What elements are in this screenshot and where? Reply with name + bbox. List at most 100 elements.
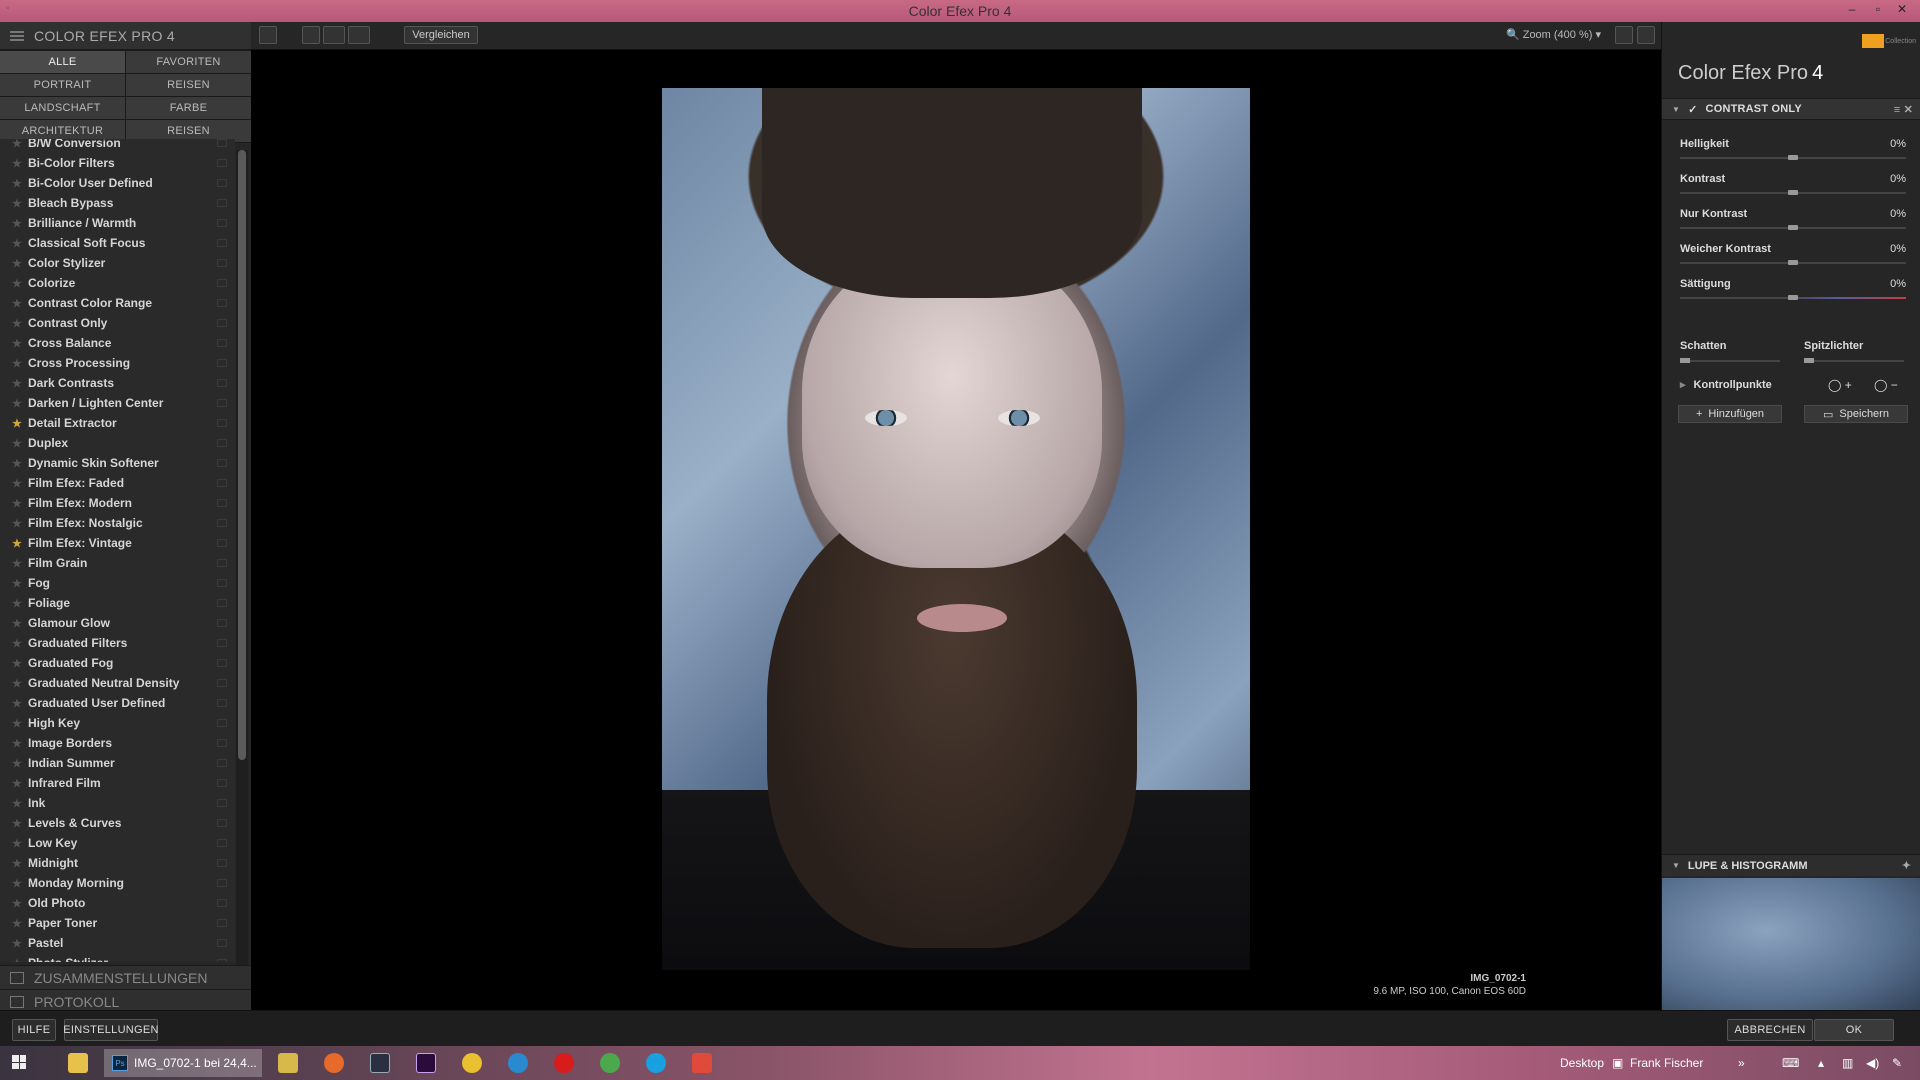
filter-list-item[interactable]: ★ Cross Balance [0, 333, 235, 353]
split-view-button[interactable] [323, 26, 345, 44]
filter-list-item[interactable]: ★ Darken / Lighten Center [0, 393, 235, 413]
file-explorer-icon[interactable] [68, 1053, 88, 1073]
favorite-star-icon[interactable]: ★ [12, 417, 22, 430]
filter-list-item[interactable]: ★ Image Borders [0, 733, 235, 753]
favorite-star-icon[interactable]: ★ [12, 437, 22, 450]
favorite-star-icon[interactable]: ★ [12, 337, 22, 350]
favorite-star-icon[interactable]: ★ [12, 737, 22, 750]
filter-options-icon[interactable] [217, 459, 227, 467]
favorite-star-icon[interactable]: ★ [12, 917, 22, 930]
brightness-knob[interactable] [1788, 155, 1798, 160]
filter-options-icon[interactable] [217, 619, 227, 627]
taskbar-photoshop-button[interactable]: Ps IMG_0702-1 bei 24,4... [104, 1049, 262, 1077]
favorite-star-icon[interactable]: ★ [12, 477, 22, 490]
firefox-icon[interactable] [324, 1053, 344, 1073]
notification-icon[interactable]: ✎ [1892, 1056, 1902, 1070]
filter-list-item[interactable]: ★ Glamour Glow [0, 613, 235, 633]
filter-options-icon[interactable] [217, 699, 227, 707]
filter-options-icon[interactable] [217, 879, 227, 887]
control-points-toggle[interactable]: Kontrollpunkte [1680, 378, 1772, 391]
filter-options-icon[interactable] [217, 479, 227, 487]
filter-options-icon[interactable] [217, 199, 227, 207]
filter-options-icon[interactable] [217, 379, 227, 387]
filter-options-icon[interactable] [217, 839, 227, 847]
favorite-star-icon[interactable]: ★ [12, 517, 22, 530]
shadows-knob[interactable] [1680, 358, 1690, 363]
single-view-button[interactable] [302, 26, 320, 44]
favorite-star-icon[interactable]: ★ [12, 297, 22, 310]
favorite-star-icon[interactable]: ★ [12, 717, 22, 730]
filter-list-item[interactable]: ★ Film Efex: Modern [0, 493, 235, 513]
filter-list-item[interactable]: ★ Infrared Film [0, 773, 235, 793]
app-red-icon[interactable] [554, 1053, 574, 1073]
favorite-star-icon[interactable]: ★ [12, 697, 22, 710]
filter-options-icon[interactable] [217, 399, 227, 407]
filter-list-item[interactable]: ★ Fog [0, 573, 235, 593]
filter-list-item[interactable]: ★ Paper Toner [0, 913, 235, 933]
filter-options-icon[interactable] [217, 179, 227, 187]
favorite-star-icon[interactable]: ★ [12, 857, 22, 870]
filter-options-icon[interactable] [217, 719, 227, 727]
favorite-star-icon[interactable]: ★ [12, 357, 22, 370]
filter-options-icon[interactable] [217, 339, 227, 347]
scrollbar-thumb[interactable] [238, 150, 246, 760]
favorite-star-icon[interactable]: ★ [12, 777, 22, 790]
favorite-star-icon[interactable]: ★ [12, 457, 22, 470]
save-button[interactable]: ▭ Speichern [1804, 405, 1908, 423]
filter-options-icon[interactable] [217, 539, 227, 547]
filter-enabled-checkbox[interactable]: ✓ [1688, 103, 1697, 116]
filter-list-item[interactable]: ★ Duplex [0, 433, 235, 453]
category-color[interactable]: FARBE [126, 97, 251, 119]
filter-list-item[interactable]: ★ B/W Conversion [0, 139, 235, 153]
keyboard-icon[interactable]: ⌨ [1782, 1056, 1799, 1070]
favorite-star-icon[interactable]: ★ [12, 217, 22, 230]
add-negative-point-icon[interactable]: ◯ − [1874, 378, 1898, 392]
favorite-star-icon[interactable]: ★ [12, 937, 22, 950]
start-windows-icon[interactable] [12, 1055, 26, 1069]
filter-options-icon[interactable] [217, 219, 227, 227]
filter-options-icon[interactable] [217, 159, 227, 167]
filter-options-icon[interactable] [217, 439, 227, 447]
filter-list-item[interactable]: ★ Detail Extractor [0, 413, 235, 433]
soft-contrast-knob[interactable] [1788, 260, 1798, 265]
maximize-button[interactable]: ▫ [1866, 2, 1890, 16]
filter-list-item[interactable]: ★ Color Stylizer [0, 253, 235, 273]
filter-options-icon[interactable] [217, 259, 227, 267]
preview-image[interactable] [662, 88, 1250, 970]
close-button[interactable]: ✕ [1890, 2, 1914, 16]
favorite-star-icon[interactable]: ★ [12, 897, 22, 910]
favorite-star-icon[interactable]: ★ [12, 657, 22, 670]
filter-options-icon[interactable] [217, 779, 227, 787]
filter-list-item[interactable]: ★ Indian Summer [0, 753, 235, 773]
category-landscape[interactable]: LANDSCHAFT [0, 97, 125, 119]
favorite-star-icon[interactable]: ★ [12, 139, 22, 150]
highlights-knob[interactable] [1804, 358, 1814, 363]
filter-options-icon[interactable] [217, 499, 227, 507]
filter-list-item[interactable]: ★ Film Efex: Vintage [0, 533, 235, 553]
favorite-star-icon[interactable]: ★ [12, 177, 22, 190]
favorite-star-icon[interactable]: ★ [12, 497, 22, 510]
favorite-star-icon[interactable]: ★ [12, 757, 22, 770]
favorite-star-icon[interactable]: ★ [12, 577, 22, 590]
favorite-star-icon[interactable]: ★ [12, 557, 22, 570]
filter-options-icon[interactable] [217, 759, 227, 767]
filter-options-icon[interactable] [217, 239, 227, 247]
app-orange-icon[interactable] [692, 1053, 712, 1073]
filter-list-item[interactable]: ★ Film Grain [0, 553, 235, 573]
filter-options-icon[interactable] [217, 359, 227, 367]
filter-list-scrollbar[interactable] [236, 150, 248, 980]
loupe-view[interactable] [1662, 878, 1920, 1010]
favorite-star-icon[interactable]: ★ [12, 817, 22, 830]
brightness-slider[interactable]: Helligkeit 0% [1680, 138, 1906, 172]
loupe-collapse-icon[interactable]: ▼ [1672, 861, 1680, 870]
favorite-star-icon[interactable]: ★ [12, 617, 22, 630]
filter-options-icon[interactable] [217, 519, 227, 527]
filter-options-icon[interactable] [217, 599, 227, 607]
ok-button[interactable]: OK [1814, 1019, 1894, 1041]
filter-options-icon[interactable] [217, 899, 227, 907]
favorite-star-icon[interactable]: ★ [12, 157, 22, 170]
filter-list-item[interactable]: ★ Bi-Color User Defined [0, 173, 235, 193]
background-toggle-button[interactable] [1615, 26, 1633, 44]
filter-list-item[interactable]: ★ Classical Soft Focus [0, 233, 235, 253]
compare-button[interactable]: Vergleichen [404, 26, 478, 44]
